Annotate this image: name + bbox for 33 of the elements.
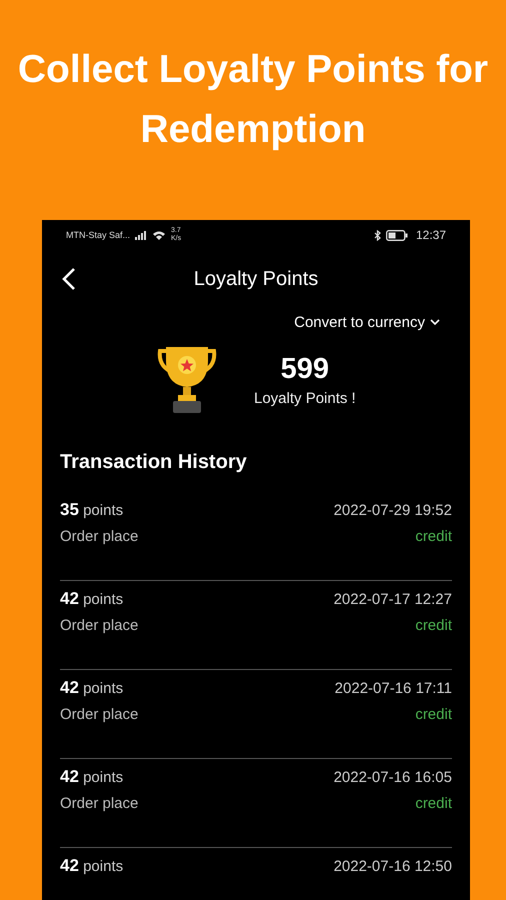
points-amount: 42 points <box>60 856 124 876</box>
transaction-description: Order place <box>60 706 138 723</box>
transaction-date: 2022-07-29 19:52 <box>334 502 452 519</box>
back-icon[interactable] <box>62 267 76 291</box>
screen-title: Loyalty Points <box>194 268 318 290</box>
transaction-date: 2022-07-16 17:11 <box>334 680 452 697</box>
headline: Collect Loyalty Points for Redemption <box>16 47 490 153</box>
transaction-description: Order place <box>60 528 138 545</box>
convert-dropdown[interactable]: Convert to currency <box>294 314 440 331</box>
transaction-type: credit <box>415 795 452 812</box>
battery-icon <box>386 230 408 240</box>
points-amount: 42 points <box>60 678 124 698</box>
chevron-down-icon <box>430 319 440 326</box>
transaction-type: credit <box>415 617 452 634</box>
transaction-description: Order place <box>60 795 138 812</box>
transaction-type: credit <box>415 528 452 545</box>
points-label: Loyalty Points ! <box>254 390 356 407</box>
transaction-date: 2022-07-16 16:05 <box>334 769 452 786</box>
section-title: Transaction History <box>59 450 248 474</box>
points-amount: 35 points <box>60 500 124 520</box>
bluetooth-icon <box>374 230 381 240</box>
transaction-description: Order place <box>60 617 138 634</box>
carrier-name: MTN-Stay Saf... <box>66 230 130 240</box>
trophy-icon <box>156 347 218 413</box>
transaction-date: 2022-07-17 12:27 <box>334 591 452 608</box>
signal-icon <box>135 230 148 240</box>
points-total: 599 <box>280 353 330 386</box>
clock-time: 12:37 <box>416 228 446 242</box>
transaction-type: credit <box>415 706 452 723</box>
wifi-icon <box>152 230 166 240</box>
points-amount: 42 points <box>60 767 124 787</box>
transaction-date: 2022-07-16 12:50 <box>334 858 452 875</box>
points-amount: 42 points <box>60 589 124 609</box>
